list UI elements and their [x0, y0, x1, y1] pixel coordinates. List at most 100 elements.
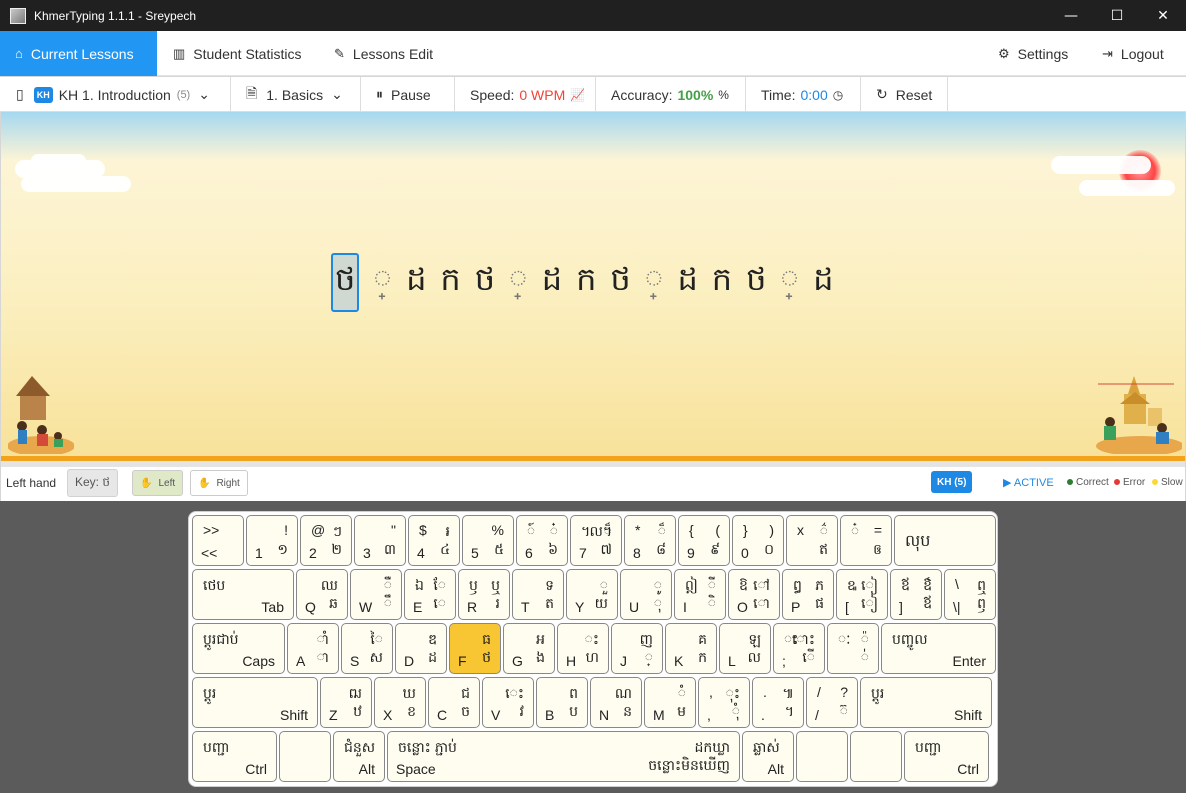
key-semicolon[interactable]: ះោះ;ើ	[773, 623, 825, 674]
key-9[interactable]: {(9 ៩	[678, 515, 730, 566]
key-k[interactable]: គKក	[665, 623, 717, 674]
left-shift-key[interactable]: ប្តូរ Shift	[192, 677, 318, 728]
right-ctrl-key[interactable]: បញ្ជា Ctrl	[904, 731, 989, 782]
key-e[interactable]: ឯែ Eេ	[404, 569, 456, 620]
key-v[interactable]: េះ V វ	[482, 677, 534, 728]
close-button[interactable]: ✕	[1140, 0, 1186, 31]
key-d[interactable]: ឌDដ	[395, 623, 447, 674]
key-legend: R	[467, 599, 478, 615]
lesson-select[interactable]: ▯ KH KH 1. Introduction (5) ⌄	[0, 77, 231, 112]
menu-key[interactable]	[850, 731, 902, 782]
key-j[interactable]: ញ J្	[611, 623, 663, 674]
key-legend: លុប	[905, 533, 931, 550]
caps-lock-key[interactable]: ប្តូរជាប់ Caps	[192, 623, 285, 674]
key-legend: ច	[461, 703, 470, 719]
key-n[interactable]: ណNន	[590, 677, 642, 728]
key-b[interactable]: ពBប	[536, 677, 588, 728]
legend-correct: Correct	[1067, 477, 1109, 488]
key-legend: ឥ	[819, 541, 828, 557]
key-minus[interactable]: x៌ឥ	[786, 515, 838, 566]
minimize-button[interactable]: —	[1048, 0, 1094, 31]
key-x[interactable]: ឃXខ	[374, 677, 426, 728]
play-icon: ▶	[1003, 477, 1012, 489]
key-quote[interactable]: ៈ៉់	[827, 623, 879, 674]
key-slash[interactable]: /? /៊	[806, 677, 858, 728]
key-l[interactable]: ឡLល	[719, 623, 771, 674]
key-w[interactable]: ឺ Wឹ	[350, 569, 402, 620]
key-legend: ៤	[440, 541, 450, 557]
key-y[interactable]: ួ Y យ	[566, 569, 618, 620]
key-7[interactable]: ៘៏ 7 ៧	[570, 515, 622, 566]
key-3[interactable]: " 3 ៣	[354, 515, 406, 566]
key-p[interactable]: ឰភPផ	[782, 569, 834, 620]
key-backslash[interactable]: \ ឮ \| ឭ	[944, 569, 996, 620]
tab-current-lessons[interactable]: ⌂ Current Lessons	[0, 31, 157, 76]
right-win-key[interactable]	[796, 731, 848, 782]
key-legend: G	[512, 653, 523, 669]
maximize-button[interactable]: ☐	[1094, 0, 1140, 31]
logout-button[interactable]: ⇥ Logout	[1102, 31, 1164, 76]
legend-error: Error	[1114, 477, 1145, 488]
key-legend: ឱ	[739, 577, 748, 593]
app-icon	[10, 7, 26, 24]
key-comma[interactable]: ,ុះ,ុំ	[698, 677, 750, 728]
backspace-key[interactable]: លុប	[894, 515, 996, 566]
tab-lessons-edit[interactable]: ✎ Lessons Edit	[334, 31, 433, 76]
key-legend: ឪ	[901, 577, 910, 593]
key-legend: ។	[784, 703, 794, 719]
key-0[interactable]: }) 0 ០	[732, 515, 784, 566]
settings-button[interactable]: ⚙ Settings	[998, 31, 1068, 76]
section-select[interactable]: 🗎 1. Basics ⌄	[231, 77, 361, 112]
prompt-char: ក	[711, 259, 733, 298]
left-win-key[interactable]	[279, 731, 331, 782]
pause-button[interactable]: ⏸ Pause	[361, 77, 455, 112]
key-8[interactable]: *៏ 8 ៨	[624, 515, 676, 566]
key-u[interactable]: ូ Uុ	[620, 569, 672, 620]
reset-button[interactable]: ↻ Reset	[861, 77, 948, 112]
key-r[interactable]: ឫឬRរ	[458, 569, 510, 620]
cloud-left-bottom	[21, 176, 131, 192]
left-alt-key[interactable]: ជំនួស Alt	[333, 731, 385, 782]
key-z[interactable]: ឍZឋ	[320, 677, 372, 728]
key-legend: [	[845, 599, 849, 615]
key-legend: ៥	[494, 541, 504, 557]
key-s[interactable]: ៃ S ស	[341, 623, 393, 674]
key-equals[interactable]: ៎ = ឲ	[840, 515, 892, 566]
key-2[interactable]: @ ៗ 2 ២	[300, 515, 352, 566]
key-rbracket[interactable]: ឪឳ] ឪ	[890, 569, 942, 620]
key-o[interactable]: ឱៅ Oោ	[728, 569, 780, 620]
key-lbracket[interactable]: ឩៀ[ៀ	[836, 569, 888, 620]
key-period[interactable]: . ៕. ។	[752, 677, 804, 728]
key-q[interactable]: ឈQឆ	[296, 569, 348, 620]
key-1[interactable]: ! 1 ១	[246, 515, 298, 566]
tab-key[interactable]: ថេប Tab	[192, 569, 294, 620]
key-m[interactable]: ំ M ម	[644, 677, 696, 728]
tab-student-statistics[interactable]: ▥ Student Statistics	[173, 31, 301, 76]
time-display: Time: 0:00 ◷	[746, 77, 861, 112]
enter-key[interactable]: បញ្ចូល Enter	[881, 623, 996, 674]
key-g[interactable]: អGង	[503, 623, 555, 674]
bar-chart-icon: ▥	[173, 45, 186, 61]
key-a[interactable]: ាំ Aា	[287, 623, 339, 674]
hand-icon: ✋	[198, 477, 211, 489]
key-4[interactable]: $ ៛ 4 ៤	[408, 515, 460, 566]
key-c[interactable]: ជCច	[428, 677, 480, 728]
key-i[interactable]: ឦី Iិ	[674, 569, 726, 620]
right-shift-key[interactable]: ប្តូរ Shift	[860, 677, 992, 728]
key-t[interactable]: ទTត	[512, 569, 564, 620]
document-icon: 🗎	[246, 84, 258, 101]
left-ctrl-key[interactable]: បញ្ជា Ctrl	[192, 731, 277, 782]
key-legend: ;	[782, 653, 786, 669]
key-backtick[interactable]: >> <<	[192, 515, 244, 566]
right-alt-key[interactable]: ឆ្លាស់ Alt	[742, 731, 794, 782]
key-legend: ថ	[482, 649, 491, 665]
key-legend: )	[769, 522, 774, 538]
key-h[interactable]: ះ H ហ	[557, 623, 609, 674]
key-6[interactable]: ៍៎ 6 ៦	[516, 515, 568, 566]
key-legend: ើ	[802, 649, 815, 665]
key-f[interactable]: ធFថ	[449, 623, 501, 674]
key-5[interactable]: % 5 ៥	[462, 515, 514, 566]
key-legend: ្	[644, 649, 653, 665]
space-key[interactable]: ចន្លោះ ភ្ជាប់ ដកឃ្លា Space ចន្លោះមិនឃើញ	[387, 731, 740, 782]
key-legend: ឆ្លាស់	[753, 739, 780, 755]
